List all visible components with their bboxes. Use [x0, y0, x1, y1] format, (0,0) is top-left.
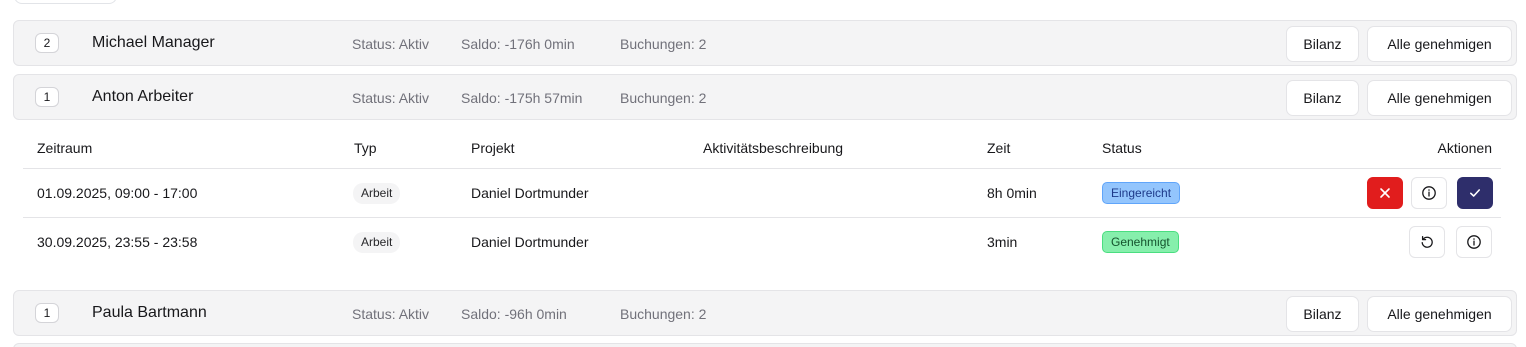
booking-count-badge: 2: [35, 33, 59, 53]
next-employee-row-edge: [13, 343, 1517, 347]
bilanz-button[interactable]: Bilanz: [1286, 296, 1359, 332]
employee-name: Anton Arbeiter: [92, 88, 194, 105]
header-beschreibung: Aktivitätsbeschreibung: [703, 140, 844, 156]
approve-button[interactable]: [1457, 177, 1493, 209]
table-row: 01.09.2025, 09:00 - 17:00 Arbeit Daniel …: [23, 169, 1501, 218]
undo-button[interactable]: [1409, 226, 1445, 258]
employee-bookings: Buchungen: 2: [620, 306, 707, 322]
approve-all-button[interactable]: Alle genehmigen: [1367, 80, 1512, 116]
info-button[interactable]: [1411, 177, 1447, 209]
status-badge: Eingereicht: [1102, 182, 1181, 204]
cell-zeit: 3min: [987, 234, 1018, 250]
header-zeit: Zeit: [987, 140, 1011, 156]
table-row: 30.09.2025, 23:55 - 23:58 Arbeit Daniel …: [23, 218, 1501, 267]
reject-icon: [1380, 188, 1390, 198]
employee-saldo: Saldo: -176h 0min: [461, 36, 575, 52]
undo-icon: [1421, 235, 1433, 248]
cell-zeit: 8h 0min: [987, 185, 1037, 201]
type-tag: Arbeit: [353, 183, 401, 204]
header-projekt: Projekt: [471, 140, 515, 156]
approve-all-button[interactable]: Alle genehmigen: [1367, 26, 1512, 62]
employee-name: Paula Bartmann: [92, 304, 207, 321]
bilanz-button[interactable]: Bilanz: [1286, 80, 1359, 116]
booking-count-badge: 1: [35, 303, 59, 323]
info-icon: [1467, 235, 1481, 249]
employee-bookings: Buchungen: 2: [620, 90, 707, 106]
cell-projekt: Daniel Dortmunder: [471, 234, 589, 250]
reject-button[interactable]: [1367, 177, 1403, 209]
employee-saldo: Saldo: -175h 57min: [461, 90, 583, 106]
header-status: Status: [1102, 140, 1142, 156]
info-button[interactable]: [1456, 226, 1492, 258]
employee-saldo: Saldo: -96h 0min: [461, 306, 567, 322]
approve-icon: [1470, 189, 1480, 197]
cell-projekt: Daniel Dortmunder: [471, 185, 589, 201]
booking-count-badge: 1: [35, 87, 59, 107]
employee-status: Status: Aktiv: [352, 306, 430, 322]
bookings-table: Zeitraum Typ Projekt Aktivitätsbeschreib…: [23, 126, 1501, 267]
previous-control-edge: [14, 0, 117, 4]
header-aktionen: Aktionen: [1437, 140, 1492, 156]
header-typ: Typ: [354, 140, 377, 156]
type-tag: Arbeit: [353, 232, 401, 253]
header-zeitraum: Zeitraum: [37, 140, 93, 156]
bilanz-button[interactable]: Bilanz: [1286, 26, 1359, 62]
cell-zeitraum: 01.09.2025, 09:00 - 17:00: [37, 185, 198, 201]
employee-bookings: Buchungen: 2: [620, 36, 707, 52]
cell-zeitraum: 30.09.2025, 23:55 - 23:58: [37, 234, 198, 250]
employee-row-michael-manager[interactable]: 2 Michael Manager Status: Aktiv Saldo: -…: [13, 20, 1517, 66]
employee-status: Status: Aktiv: [352, 90, 430, 106]
approve-all-button[interactable]: Alle genehmigen: [1367, 296, 1512, 332]
status-badge: Genehmigt: [1102, 231, 1179, 253]
table-header: Zeitraum Typ Projekt Aktivitätsbeschreib…: [23, 126, 1501, 169]
employee-status: Status: Aktiv: [352, 36, 430, 52]
employee-row-anton-arbeiter[interactable]: 1 Anton Arbeiter Status: Aktiv Saldo: -1…: [13, 74, 1517, 120]
info-icon: [1422, 186, 1436, 200]
employee-name: Michael Manager: [92, 34, 215, 51]
employee-row-paula-bartmann[interactable]: 1 Paula Bartmann Status: Aktiv Saldo: -9…: [13, 290, 1517, 336]
